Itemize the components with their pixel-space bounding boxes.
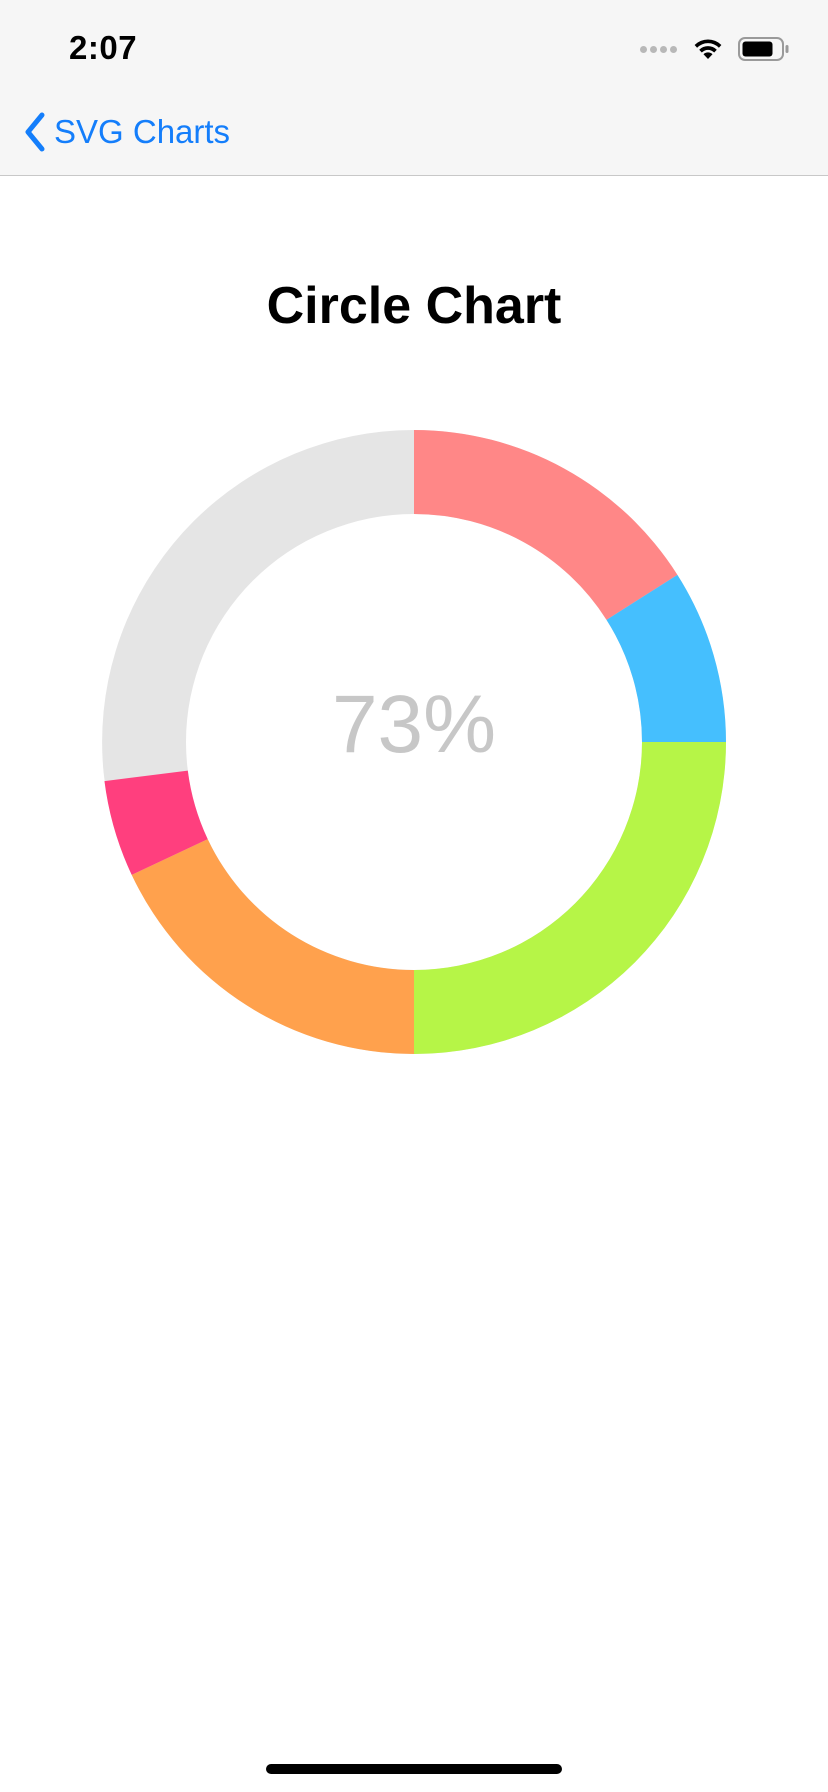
donut-slice-1 (414, 430, 678, 620)
donut-chart (102, 430, 726, 1054)
donut-center-label: 73% (331, 679, 497, 770)
donut-slice-3 (414, 742, 726, 1054)
home-indicator (266, 1764, 562, 1774)
donut-slice-4 (131, 839, 414, 1054)
